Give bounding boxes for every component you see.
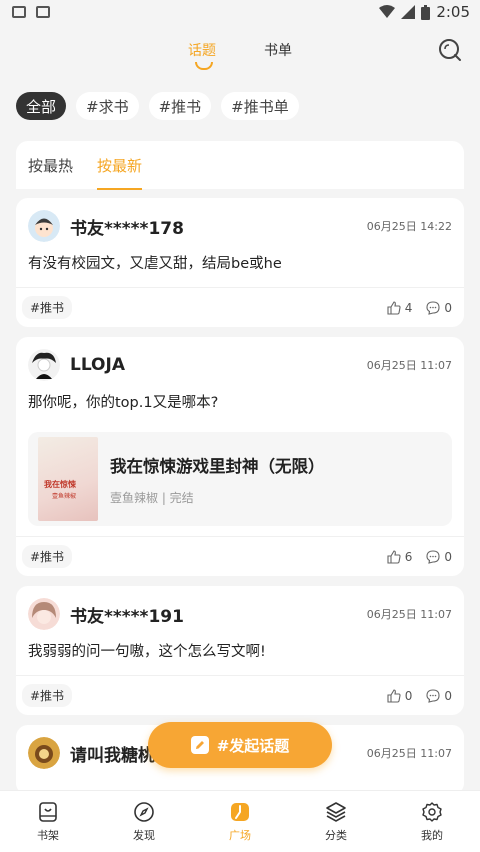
book-meta: 壹鱼辣椒 | 完结: [110, 490, 194, 505]
sort-new[interactable]: 按最新: [97, 155, 143, 190]
book-cover-title: 我在惊悚: [44, 480, 76, 489]
gear-icon: [422, 801, 442, 822]
nav-bookshelf[interactable]: 书架: [18, 801, 78, 843]
post-time: 06月25日 11:07: [366, 747, 452, 760]
thumbs-up-icon: [387, 549, 401, 564]
like-button[interactable]: 0: [387, 688, 413, 703]
bookshelf-icon: [39, 801, 57, 822]
start-topic-button[interactable]: #发起话题: [148, 722, 332, 768]
compass-icon: [134, 801, 154, 822]
tag-filter-booklist[interactable]: #推书单: [221, 92, 299, 120]
tag-filter-request[interactable]: #求书: [76, 92, 139, 120]
thumbs-up-icon: [387, 688, 401, 703]
tab-booklists[interactable]: 书单: [264, 40, 292, 60]
notification-icons: [12, 6, 50, 18]
start-topic-label: #发起话题: [216, 736, 290, 755]
like-count: 6: [404, 549, 413, 564]
status-bar: 2:05: [0, 0, 480, 24]
comment-icon: [426, 688, 440, 703]
post-content: 那你呢，你的top.1又是哪本?: [28, 395, 219, 411]
top-tabs: 话题 书单: [0, 30, 480, 70]
comment-button[interactable]: 0: [426, 689, 452, 703]
author-name[interactable]: LLOJA: [70, 355, 367, 375]
nav-label: 广场: [229, 828, 251, 842]
app-notification-icon: [36, 6, 50, 18]
bottom-nav: 书架 发现 广场 分类 我的: [0, 790, 480, 852]
comment-icon: [426, 300, 440, 315]
avatar[interactable]: [28, 349, 60, 381]
nav-label: 发现: [133, 828, 155, 842]
book-card[interactable]: 我在惊悚 壹鱼辣椒 我在惊悚游戏里封神（无限） 壹鱼辣椒 | 完结: [28, 432, 452, 526]
wifi-icon: [379, 5, 396, 18]
comment-icon: [426, 549, 440, 564]
post-content: 我弱弱的问一句嗷，这个怎么写文啊!: [28, 644, 266, 660]
image-notification-icon: [12, 6, 26, 18]
clock: 2:05: [436, 3, 470, 21]
signal-icon: [401, 5, 416, 19]
nav-label: 分类: [325, 828, 347, 842]
avatar[interactable]: [28, 737, 60, 769]
edit-icon: [190, 736, 209, 754]
avatar[interactable]: [28, 210, 60, 242]
author-name[interactable]: 书友*****178: [70, 214, 367, 239]
comment-count: 0: [444, 688, 452, 703]
book-cover: 我在惊悚 壹鱼辣椒: [38, 437, 98, 521]
comment-count: 0: [444, 549, 452, 564]
post-tag[interactable]: #推书: [22, 684, 73, 707]
post-time: 06月25日 11:07: [366, 359, 452, 372]
comment-count: 0: [444, 300, 452, 315]
post-card[interactable]: LLOJA 06月25日 11:07 那你呢，你的top.1又是哪本? 我在惊悚…: [16, 337, 464, 576]
nav-profile[interactable]: 我的: [402, 801, 462, 843]
nav-discover[interactable]: 发现: [114, 801, 174, 843]
tag-filter-recommend[interactable]: #推书: [148, 92, 212, 120]
battery-icon: [421, 4, 431, 20]
post-card[interactable]: 书友*****191 06月25日 11:07 我弱弱的问一句嗷，这个怎么写文啊…: [16, 586, 464, 715]
system-status: 2:05: [379, 3, 470, 21]
post-content: 有没有校园文，又虐又甜，结局be或he: [28, 256, 282, 272]
post-tag[interactable]: #推书: [22, 545, 73, 568]
post-tag[interactable]: #推书: [22, 296, 73, 319]
post-card[interactable]: 书友*****178 06月25日 14:22 有没有校园文，又虐又甜，结局be…: [16, 198, 464, 327]
layers-icon: [326, 801, 346, 822]
like-count: 4: [404, 300, 413, 315]
comment-button[interactable]: 0: [426, 301, 452, 315]
tag-filter-bar: 全部 #求书 #推书 #推书单: [16, 92, 299, 120]
tag-filter-all[interactable]: 全部: [16, 92, 67, 120]
square-icon: [231, 802, 249, 821]
post-time: 06月25日 11:07: [366, 608, 452, 621]
sort-bar: 按最热 按最新: [16, 141, 464, 190]
nav-category[interactable]: 分类: [306, 801, 366, 843]
nav-label: 我的: [421, 828, 443, 842]
nav-label: 书架: [37, 828, 59, 842]
search-icon[interactable]: [436, 36, 464, 64]
author-name[interactable]: 书友*****191: [70, 602, 367, 627]
tab-topics[interactable]: 话题: [188, 40, 216, 70]
nav-square[interactable]: 广场: [210, 801, 270, 843]
post-feed: 书友*****178 06月25日 14:22 有没有校园文，又虐又甜，结局be…: [16, 198, 464, 805]
avatar[interactable]: [28, 598, 60, 630]
sort-hot[interactable]: 按最热: [28, 155, 73, 176]
like-button[interactable]: 4: [387, 300, 413, 315]
book-cover-author: 壹鱼辣椒: [52, 493, 77, 500]
like-count: 0: [404, 688, 413, 703]
thumbs-up-icon: [387, 300, 401, 315]
post-time: 06月25日 14:22: [366, 220, 452, 233]
book-title: 我在惊悚游戏里封神（无限）: [110, 456, 325, 476]
like-button[interactable]: 6: [387, 549, 413, 564]
comment-button[interactable]: 0: [426, 550, 452, 564]
